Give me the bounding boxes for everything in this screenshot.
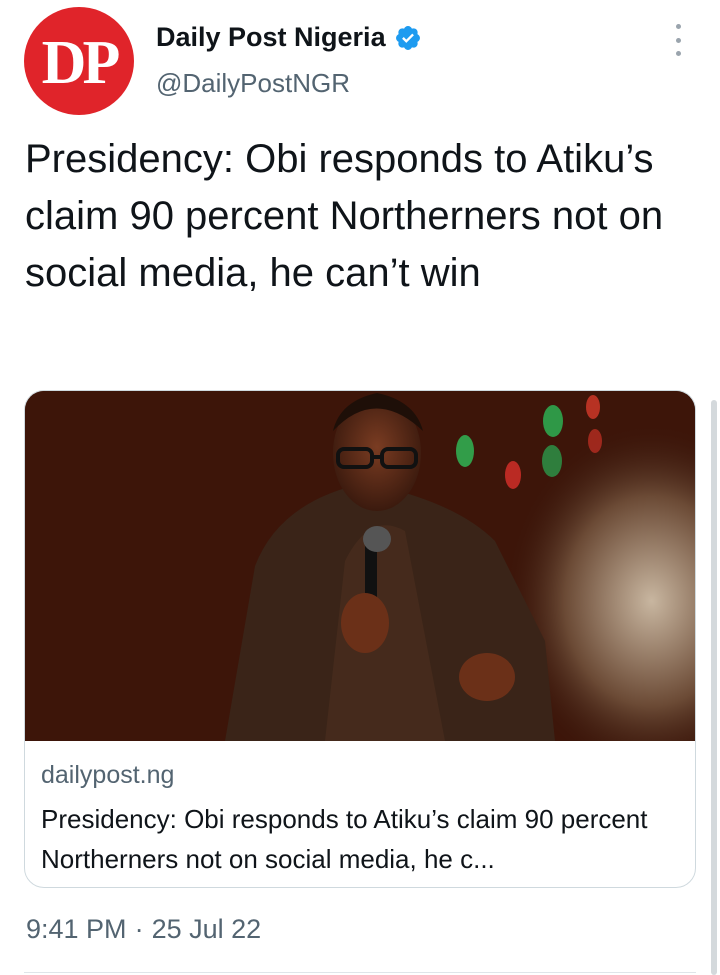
card-title: Presidency: Obi responds to Atiku’s clai… xyxy=(41,804,648,874)
more-options-icon[interactable] xyxy=(666,24,690,56)
timestamp-separator: · xyxy=(134,914,144,944)
author-handle[interactable]: @DailyPostNGR xyxy=(156,68,350,99)
avatar-logo-text: DP xyxy=(41,28,121,97)
article-photo xyxy=(25,391,695,741)
tweet-time: 9:41 PM xyxy=(26,914,127,944)
link-preview-card[interactable]: dailypost.ng Presidency: Obi responds to… xyxy=(24,390,696,888)
tweet-date: 25 Jul 22 xyxy=(151,914,262,944)
author-avatar[interactable]: DP xyxy=(24,7,134,115)
tweet-timestamp[interactable]: 9:41 PM · 25 Jul 22 xyxy=(26,914,261,945)
verified-badge-icon xyxy=(395,25,420,50)
tweet-text: Presidency: Obi responds to Atiku’s clai… xyxy=(25,137,664,295)
author-display-name[interactable]: Daily Post Nigeria xyxy=(156,22,386,53)
scrollbar[interactable] xyxy=(711,400,717,975)
divider xyxy=(24,972,696,973)
author-name-row: Daily Post Nigeria xyxy=(156,22,422,53)
card-domain: dailypost.ng xyxy=(41,761,175,789)
